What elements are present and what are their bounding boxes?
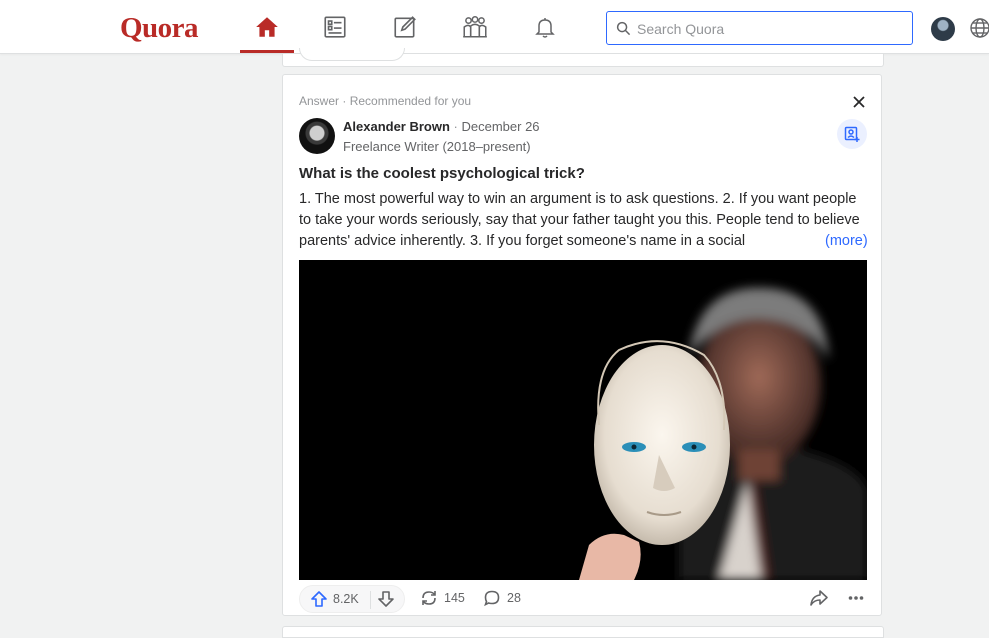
action-bar: 8.2K 145 28 bbox=[299, 584, 867, 614]
more-options-button[interactable] bbox=[847, 589, 865, 607]
home-icon bbox=[256, 16, 278, 37]
vote-divider bbox=[370, 591, 371, 609]
search-input[interactable] bbox=[635, 12, 909, 46]
user-avatar[interactable] bbox=[931, 17, 955, 41]
bell-icon bbox=[535, 17, 555, 38]
upvote-icon bbox=[311, 591, 327, 607]
author-avatar[interactable] bbox=[299, 118, 335, 154]
previous-card-vote-pill bbox=[299, 48, 405, 61]
post-date[interactable]: December 26 bbox=[462, 119, 540, 134]
nav-following[interactable] bbox=[308, 0, 362, 53]
downvote-icon bbox=[378, 591, 394, 607]
text-fade bbox=[763, 231, 823, 252]
comment-button[interactable]: 28 bbox=[483, 589, 521, 607]
top-navigation-bar: Quora bbox=[0, 0, 989, 54]
vote-pill: 8.2K bbox=[299, 585, 405, 613]
question-title[interactable]: What is the coolest psychological trick? bbox=[299, 165, 585, 182]
comment-icon bbox=[484, 590, 500, 607]
post-type-label: Answer bbox=[299, 94, 340, 108]
author-credential: Freelance Writer (2018–present) bbox=[343, 139, 531, 154]
globe-icon[interactable] bbox=[968, 16, 989, 40]
follow-user-icon bbox=[844, 126, 860, 142]
previous-card-bottom bbox=[282, 48, 884, 67]
answer-image[interactable] bbox=[299, 260, 867, 580]
author-line: Alexander Brown · December 26 bbox=[343, 119, 540, 134]
follow-button[interactable] bbox=[837, 119, 867, 149]
upvote-button[interactable]: 8.2K bbox=[310, 590, 359, 608]
close-icon[interactable] bbox=[849, 92, 869, 112]
mask-man-image bbox=[299, 260, 867, 580]
share-button[interactable]: 145 bbox=[420, 589, 465, 607]
author-name[interactable]: Alexander Brown bbox=[343, 119, 450, 134]
share-count: 145 bbox=[444, 591, 465, 605]
recommendation-reason: Recommended for you bbox=[349, 94, 472, 108]
share-arrow-icon bbox=[810, 590, 828, 606]
ellipsis-icon bbox=[848, 596, 864, 600]
card-meta: Answer · Recommended for you bbox=[299, 94, 472, 108]
search-icon bbox=[616, 21, 631, 36]
answer-card: Answer · Recommended for you Alexander B… bbox=[282, 74, 882, 616]
nav-notifications[interactable] bbox=[518, 0, 572, 53]
search-box[interactable] bbox=[606, 11, 913, 46]
spaces-icon bbox=[463, 15, 487, 37]
comment-count: 28 bbox=[507, 591, 521, 605]
nav-home[interactable] bbox=[240, 0, 294, 53]
quora-logo[interactable]: Quora bbox=[120, 12, 199, 45]
reshare-icon bbox=[422, 591, 436, 605]
nav-answer[interactable] bbox=[378, 0, 432, 53]
following-icon bbox=[324, 15, 346, 38]
more-link[interactable]: (more) bbox=[823, 231, 868, 252]
downvote-button[interactable] bbox=[377, 590, 395, 613]
next-card-top bbox=[282, 626, 884, 638]
upvote-count: 8.2K bbox=[333, 592, 359, 606]
nav-spaces[interactable] bbox=[448, 0, 502, 53]
forward-share-button[interactable] bbox=[809, 589, 829, 607]
answer-icon bbox=[394, 15, 416, 38]
